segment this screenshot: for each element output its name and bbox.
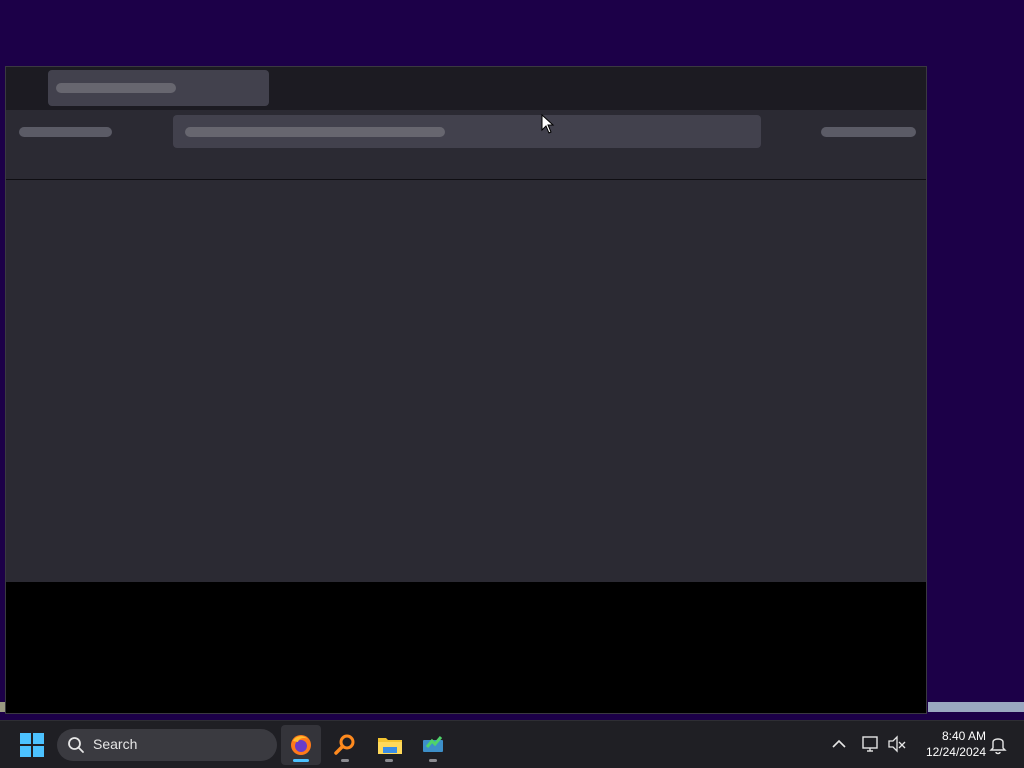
navigation-toolbar (6, 110, 926, 180)
tab-title-placeholder (56, 83, 176, 93)
clock-time: 8:40 AM (941, 729, 986, 743)
tab-bar (6, 67, 926, 110)
windows-logo-icon (20, 733, 31, 744)
clock-date: 12/24/2024 (925, 745, 986, 759)
running-indicator (385, 759, 393, 762)
unrendered-area (6, 582, 926, 713)
taskbar-app-search-tool[interactable] (325, 725, 365, 765)
search-placeholder: Search (93, 736, 138, 752)
search-icon (68, 737, 84, 753)
folder-icon (378, 738, 402, 754)
taskbar-app-file-explorer[interactable] (369, 725, 409, 765)
windows-logo-pane (33, 733, 44, 744)
running-indicator (341, 759, 349, 762)
tab-loading[interactable] (48, 70, 269, 106)
chevron-up-icon[interactable] (828, 733, 850, 755)
taskbar: Search 8:40 AM 12/24/2024 (0, 720, 1024, 768)
desktop-strip-right (928, 702, 1024, 712)
magnifier-app-icon (334, 734, 355, 755)
app-green-icon (423, 736, 443, 752)
browser-window (5, 66, 927, 714)
address-bar[interactable] (173, 115, 761, 148)
page-content-area[interactable] (6, 180, 926, 582)
firefox-icon (291, 735, 311, 755)
taskbar-app-firefox[interactable] (281, 725, 321, 765)
address-text-placeholder (185, 127, 445, 137)
running-indicator (429, 759, 437, 762)
taskbar-app-green[interactable] (413, 725, 453, 765)
notification-bell-icon[interactable] (987, 733, 1009, 755)
taskbar-search-box[interactable]: Search (57, 729, 277, 761)
nav-buttons-placeholder (19, 127, 112, 137)
volume-muted-icon[interactable] (886, 733, 908, 755)
desktop-strip-left (0, 702, 5, 712)
clock[interactable]: 8:40 AM 12/24/2024 (914, 728, 986, 760)
start-button[interactable] (20, 733, 44, 757)
windows-logo-pane (20, 746, 31, 757)
network-icon[interactable] (860, 733, 882, 755)
toolbar-buttons-placeholder (821, 127, 916, 137)
mouse-cursor-icon (541, 114, 555, 134)
windows-logo-pane (33, 746, 44, 757)
running-indicator (293, 759, 309, 762)
